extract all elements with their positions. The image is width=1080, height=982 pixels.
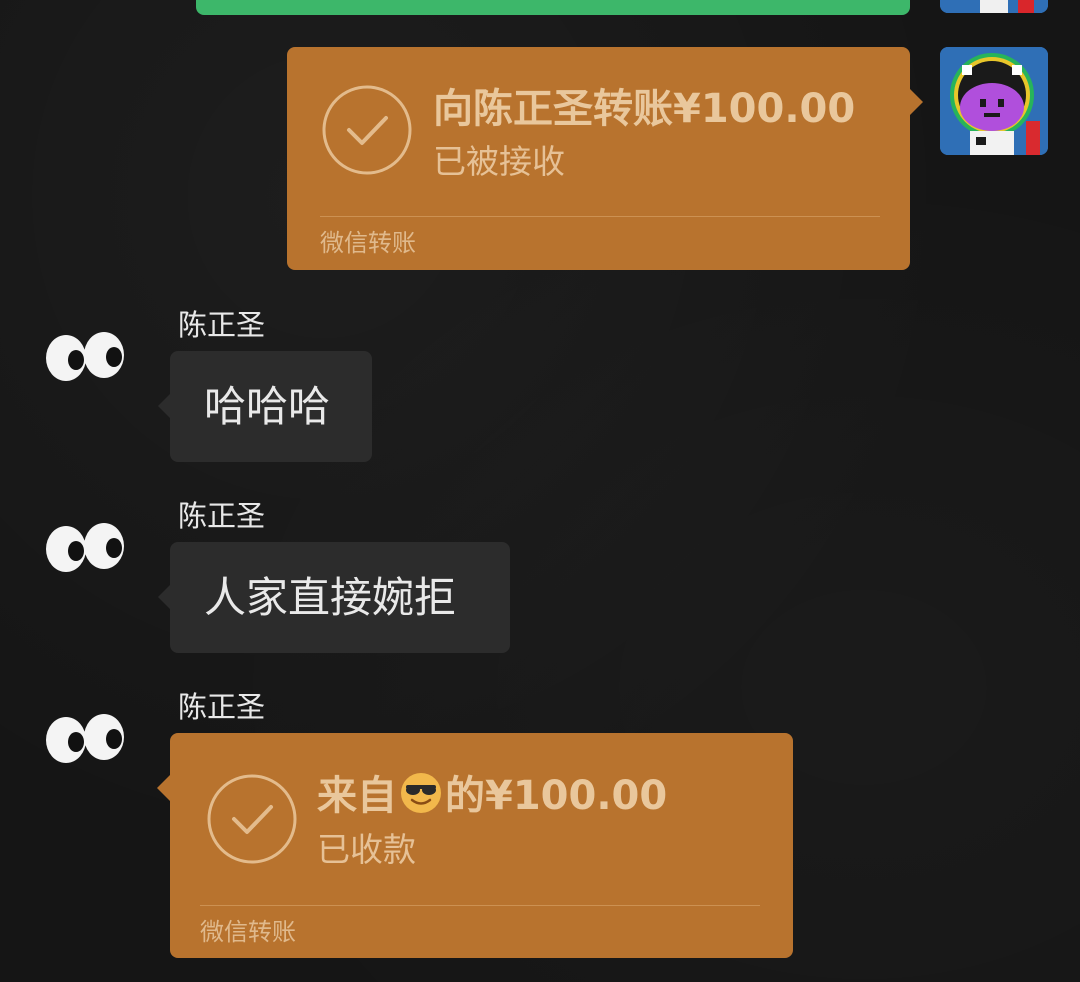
friend-avatar[interactable] bbox=[40, 712, 132, 766]
googly-eyes-icon bbox=[46, 332, 124, 381]
transfer-received-card[interactable]: 来自 的¥100.00 已收款 微信转账 bbox=[157, 733, 793, 958]
check-circle-icon bbox=[322, 85, 412, 175]
self-avatar-partial[interactable] bbox=[940, 0, 1048, 13]
transfer-footer: 微信转账 bbox=[320, 229, 416, 257]
transfer-amount-prefix: 来自 bbox=[317, 773, 397, 819]
googly-eyes-icon bbox=[46, 714, 124, 763]
sender-name: 陈正圣 bbox=[178, 308, 266, 342]
sent-message-bubble-partial[interactable] bbox=[196, 0, 910, 15]
self-avatar[interactable] bbox=[940, 47, 1048, 155]
transfer-divider bbox=[200, 905, 760, 906]
chat-window: 向陈正圣转账¥100.00 已被接收 微信转账 陈正圣 哈哈哈 陈正圣 人家直接… bbox=[0, 0, 1080, 982]
sunglasses-emoji-icon bbox=[401, 773, 441, 813]
friend-avatar[interactable] bbox=[40, 330, 132, 384]
friend-avatar[interactable] bbox=[40, 521, 132, 575]
sender-name: 陈正圣 bbox=[178, 690, 266, 724]
text-message-bubble[interactable]: 人家直接婉拒 bbox=[158, 542, 510, 653]
transfer-status: 已收款 bbox=[317, 830, 416, 869]
transfer-amount: 来自 的¥100.00 bbox=[317, 771, 667, 820]
transfer-amount-suffix: 的¥100.00 bbox=[445, 773, 668, 819]
transfer-sent-card[interactable]: 向陈正圣转账¥100.00 已被接收 微信转账 bbox=[287, 47, 923, 270]
sender-name: 陈正圣 bbox=[178, 499, 266, 533]
googly-eyes-icon bbox=[46, 523, 124, 572]
text-message-bubble[interactable]: 哈哈哈 bbox=[158, 351, 372, 462]
transfer-status: 已被接收 bbox=[433, 142, 565, 181]
check-circle-icon bbox=[207, 774, 297, 864]
transfer-divider bbox=[320, 216, 880, 217]
transfer-amount: 向陈正圣转账¥100.00 bbox=[433, 86, 856, 132]
transfer-footer: 微信转账 bbox=[200, 918, 296, 946]
